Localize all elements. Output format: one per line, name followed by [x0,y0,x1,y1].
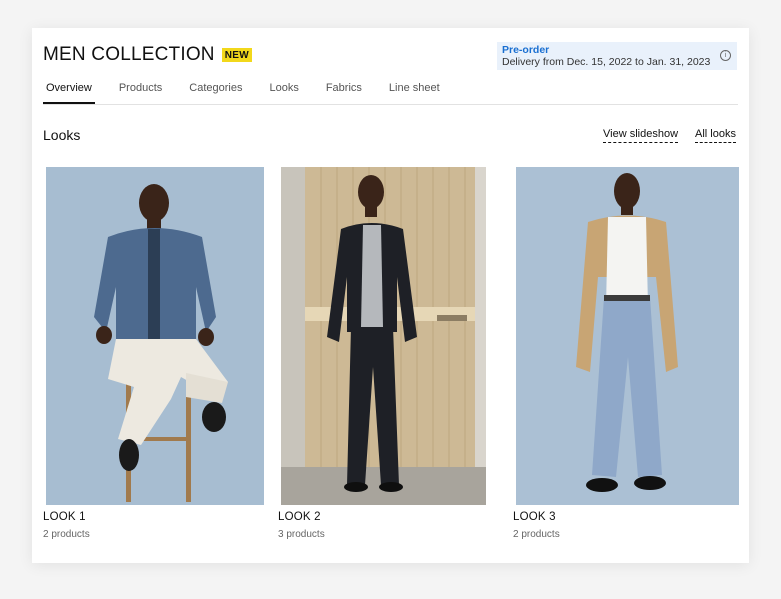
look-title: LOOK 2 [278,511,321,523]
info-icon[interactable]: i [720,50,731,61]
look-photo[interactable] [281,167,486,505]
looks-section-title: Looks [43,127,81,143]
look-2-image [281,167,486,505]
look-product-count: 2 products [513,529,560,540]
look-product-count: 2 products [43,529,90,540]
tab-looks[interactable]: Looks [266,79,301,103]
preorder-title: Pre-order [502,44,550,56]
look-title: LOOK 1 [43,511,86,523]
tab-overview[interactable]: Overview [43,79,95,104]
look-photo[interactable] [516,167,739,505]
looks-actions: View slideshow All looks [586,128,736,143]
look-product-count: 3 products [278,529,325,540]
tab-categories[interactable]: Categories [186,79,245,103]
look-3-image [516,167,739,505]
preorder-banner: Pre-order Delivery from Dec. 15, 2022 to… [497,42,737,70]
collection-card: MEN COLLECTION NEW Pre-order Delivery fr… [32,28,749,563]
tab-fabrics[interactable]: Fabrics [323,79,365,103]
new-badge: NEW [221,48,252,62]
tab-line-sheet[interactable]: Line sheet [386,79,443,103]
tab-products[interactable]: Products [116,79,165,103]
all-looks-link[interactable]: All looks [695,128,736,143]
view-slideshow-link[interactable]: View slideshow [603,128,679,143]
look-1-image [46,167,264,505]
page-title: MEN COLLECTION [43,44,215,65]
look-title: LOOK 3 [513,511,556,523]
look-photo[interactable] [46,167,264,505]
preorder-dates: Delivery from Dec. 15, 2022 to Jan. 31, … [502,56,711,68]
tab-bar: Overview Products Categories Looks Fabri… [43,79,738,105]
